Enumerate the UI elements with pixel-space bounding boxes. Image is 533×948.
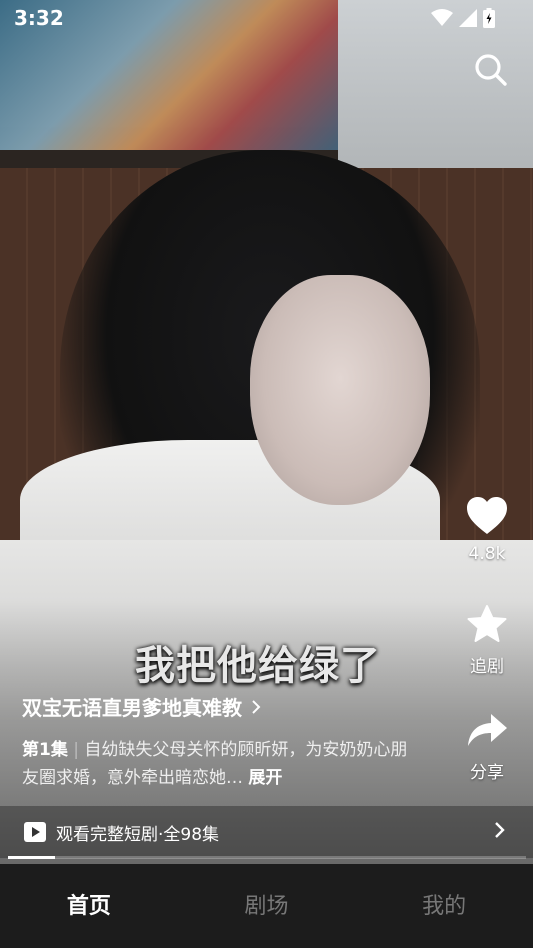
status-bar: 3:32 <box>0 0 533 36</box>
wifi-icon <box>431 9 453 26</box>
star-icon <box>467 605 507 642</box>
bottom-nav: 首页 剧场 我的 <box>0 864 533 948</box>
episode-label: 第1集 <box>22 740 68 760</box>
like-count: 4.8k <box>468 544 506 564</box>
tab-theater[interactable]: 剧场 <box>178 864 356 948</box>
cell-signal-icon <box>459 9 477 27</box>
description-text: 自幼缺失父母关怀的顾昕妍，为安奶奶心朋友圈求婚，意外牵出暗恋她… <box>22 740 408 788</box>
video-subtitle: 我把他给绿了 <box>135 643 381 689</box>
description-separator: | <box>73 740 79 760</box>
follow-drama-button[interactable]: 追剧 <box>452 604 522 677</box>
video-progress-bar[interactable] <box>8 856 526 859</box>
drama-title: 双宝无语直男爹地真难教 <box>22 696 242 720</box>
battery-icon <box>483 8 495 28</box>
video-progress-fill <box>8 856 55 859</box>
expand-button[interactable]: 展开 <box>248 768 282 788</box>
chevron-right-icon <box>495 822 505 838</box>
search-button[interactable] <box>471 50 511 90</box>
watch-full-drama-label: 观看完整短剧·全98集 <box>56 824 220 845</box>
heart-icon <box>467 497 507 534</box>
share-button[interactable]: 分享 <box>452 710 522 783</box>
watch-full-drama-bar[interactable]: 观看完整短剧·全98集 <box>0 806 533 858</box>
search-icon <box>475 54 507 86</box>
tab-mine[interactable]: 我的 <box>355 864 533 948</box>
status-time: 3:32 <box>14 6 64 30</box>
like-button[interactable]: 4.8k <box>452 496 522 564</box>
chevron-right-icon <box>252 699 261 714</box>
actress-face <box>250 275 430 505</box>
drama-title-link[interactable]: 双宝无语直男爹地真难教 <box>22 692 262 721</box>
status-icons <box>431 8 495 28</box>
drama-description: 第1集 | 自幼缺失父母关怀的顾昕妍，为安奶奶心朋友圈求婚，意外牵出暗恋她… 展… <box>22 736 412 792</box>
play-icon <box>24 822 46 842</box>
share-arrow-icon <box>468 714 507 746</box>
share-label: 分享 <box>470 763 504 783</box>
tab-home[interactable]: 首页 <box>0 864 178 948</box>
follow-drama-label: 追剧 <box>470 657 504 677</box>
